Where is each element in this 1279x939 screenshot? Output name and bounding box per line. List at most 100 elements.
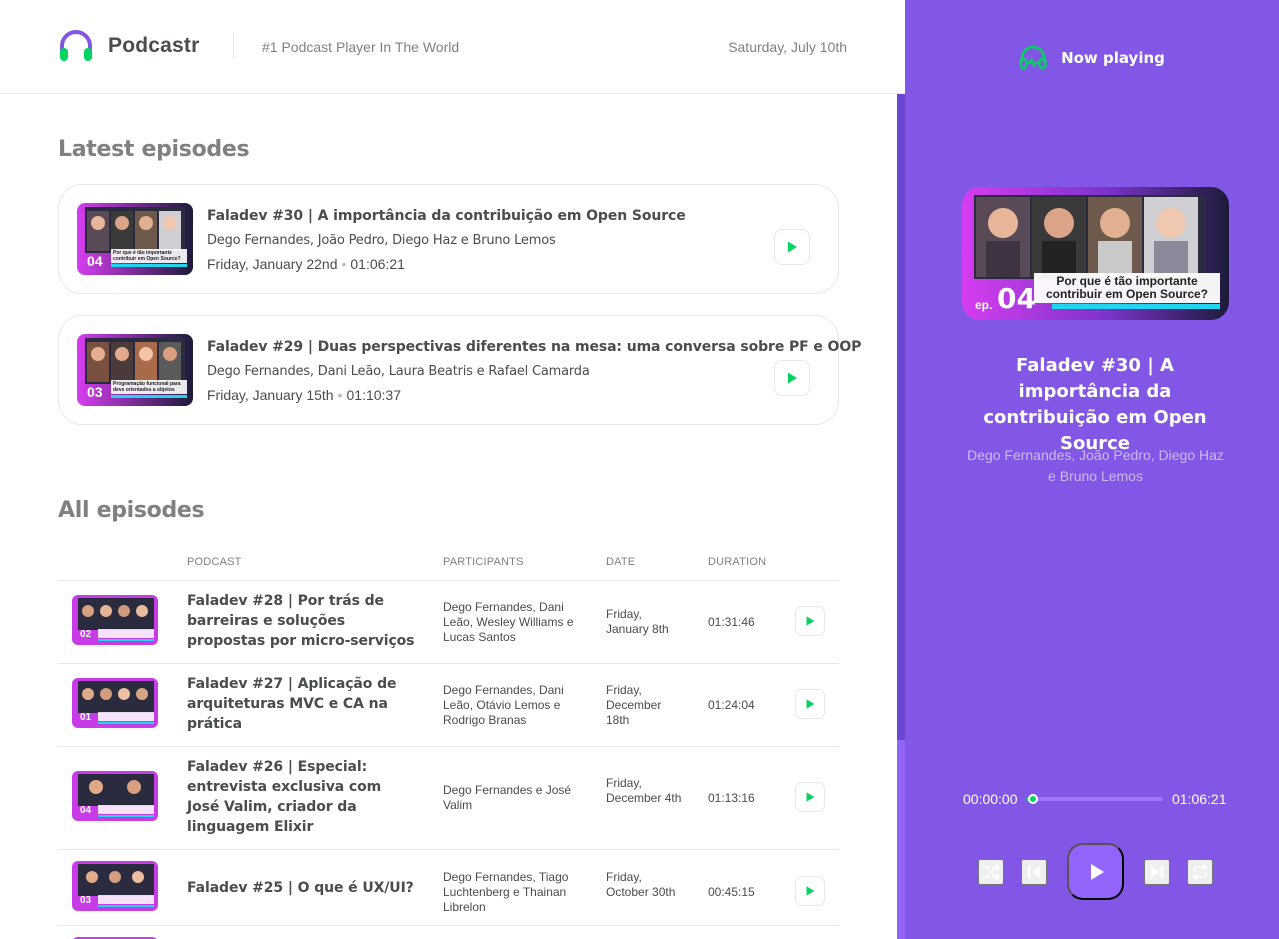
header-divider [233, 33, 234, 58]
cover-episode-prefix: ep. [975, 298, 993, 312]
table-row[interactable]: 01 Faladev #27 | Aplicação de arquitetur… [58, 664, 839, 747]
column-header-duration: Duration [708, 556, 767, 568]
play-icon [788, 241, 797, 253]
skip-next-icon [1151, 866, 1163, 878]
play-episode-button[interactable] [795, 876, 825, 906]
episode-title-link[interactable]: Faladev #26 | Especial: entrevista exclu… [187, 757, 417, 837]
thumbnail-number: 04 [80, 805, 92, 816]
episode-thumbnail[interactable]: 04 Por que é tão importante contribuir e… [77, 203, 193, 275]
episode-members: Dego Fernandes, Dani Leão, Wesley Willia… [443, 600, 574, 644]
next-button[interactable] [1144, 859, 1170, 885]
thumbnail-number: 01 [80, 712, 92, 723]
logo[interactable]: Podcastr [58, 28, 199, 64]
episode-date: Friday, October 30th [606, 870, 676, 899]
play-icon [1090, 863, 1104, 880]
episode-thumbnail[interactable]: 01 [72, 678, 158, 728]
episode-members: Dego Fernandes, João Pedro, Diego Haz e … [207, 233, 556, 248]
table-row[interactable]: 03 Faladev #25 | O que é UX/UI? Dego Fer… [58, 850, 839, 926]
shuffle-button[interactable] [978, 859, 1004, 885]
play-icon [806, 699, 815, 709]
player-controls [905, 843, 1279, 900]
episode-duration: 00:45:15 [708, 885, 755, 899]
episode-date: Friday, January 15th [207, 387, 334, 403]
play-episode-button[interactable] [795, 689, 825, 719]
episode-members: Dego Fernandes, Dani Leão, Otávio Lemos … [443, 683, 564, 727]
app-name: Podcastr [108, 34, 200, 57]
episode-date: Friday, December 4th [606, 776, 682, 805]
episode-title-link[interactable]: Faladev #25 | O que é UX/UI? [187, 878, 417, 898]
play-button[interactable] [1067, 843, 1124, 900]
play-icon [806, 616, 815, 626]
episode-members: Dego Fernandes, Tiago Luchtenberg e Thai… [443, 870, 569, 914]
play-episode-button[interactable] [774, 229, 810, 265]
episode-thumbnail[interactable]: 04 [72, 771, 158, 821]
table-row[interactable]: 04 Faladev #26 | Especial: entrevista ex… [58, 747, 839, 850]
episode-members: Dego Fernandes e José Valim [443, 783, 572, 812]
cover-caption: Por que é tão importante contribuir em O… [1045, 274, 1209, 301]
column-header-participants: Participants [443, 556, 524, 568]
headphones-icon [60, 30, 92, 61]
table-header: Podcast Participants Date Duration [58, 545, 839, 581]
separator-dot: • [341, 256, 347, 272]
episode-meta: Friday, January 15th • 01:10:37 [207, 387, 401, 403]
episode-duration: 01:13:16 [708, 791, 755, 805]
thumbnail-number: 03 [80, 895, 92, 906]
scrollbar-thumb[interactable] [897, 94, 905, 740]
progress-slider[interactable] [1026, 794, 1163, 804]
header: Podcastr #1 Podcast Player In The World … [0, 0, 905, 94]
episode-title-link[interactable]: Faladev #29 | Duas perspectivas diferent… [207, 339, 861, 355]
thumbnail-number: 04 [87, 253, 103, 269]
episode-members: Dego Fernandes, Dani Leão, Laura Beatris… [207, 364, 590, 379]
episode-duration: 01:24:04 [708, 698, 755, 712]
table-row[interactable]: 02 Faladev #28 | Por trás de barreiras e… [58, 581, 839, 664]
repeat-button[interactable] [1187, 859, 1213, 885]
thumbnail-number: 03 [87, 384, 103, 400]
play-icon [806, 792, 815, 802]
repeat-icon [1193, 863, 1207, 881]
episode-thumbnail[interactable]: 03 Programação funcional para devs orien… [77, 334, 193, 406]
skip-previous-icon [1028, 866, 1040, 878]
episode-thumbnail[interactable]: 02 [72, 595, 158, 645]
progress-handle[interactable] [1027, 794, 1038, 804]
thumbnail-caption: Programação funcional para devs orientad… [113, 381, 181, 393]
episode-thumbnail[interactable]: 03 [72, 861, 158, 911]
episode-cover: ep. 04 Por que é tão importante contribu… [962, 187, 1229, 320]
latest-episode-card[interactable]: 04 Por que é tão importante contribuir e… [58, 184, 839, 294]
play-episode-button[interactable] [795, 606, 825, 636]
episode-title-link[interactable]: Faladev #30 | A importância da contribui… [207, 208, 686, 224]
current-time: 00:00:00 [963, 791, 1018, 807]
play-episode-button[interactable] [774, 360, 810, 396]
tagline: #1 Podcast Player In The World [262, 39, 460, 55]
play-icon [806, 886, 815, 896]
player-episode-members: Dego Fernandes, João Pedro, Diego Haz e … [967, 447, 1224, 484]
player-episode-title: Faladev #30 | A importância da contribui… [983, 355, 1207, 454]
headphones-icon [1019, 45, 1047, 70]
episode-duration: 01:31:46 [708, 615, 755, 629]
total-time: 01:06:21 [1172, 791, 1227, 807]
play-icon [788, 372, 797, 384]
episode-date: Friday, January 8th [606, 607, 669, 636]
previous-button[interactable] [1021, 859, 1047, 885]
now-playing-header: Now playing [905, 44, 1279, 72]
episode-title-link[interactable]: Faladev #28 | Por trás de barreiras e so… [187, 591, 417, 651]
latest-episodes-title: Latest episodes [58, 137, 250, 162]
cover-episode-number: 04 [997, 282, 1036, 315]
separator-dot: • [337, 387, 343, 403]
thumbnail-number: 02 [80, 629, 92, 640]
episode-title-link[interactable]: Faladev #27 | Aplicação de arquiteturas … [187, 674, 417, 734]
player-panel: Now playing ep. 04 Por que é tão importa… [905, 0, 1279, 939]
column-header-date: Date [606, 556, 636, 568]
shuffle-icon [982, 863, 1000, 881]
episode-meta: Friday, January 22nd • 01:06:21 [207, 256, 405, 272]
latest-episode-card[interactable]: 03 Programação funcional para devs orien… [58, 315, 861, 425]
episode-duration: 01:06:21 [350, 256, 405, 272]
episode-date: Friday, December 18th [606, 683, 662, 727]
main-content: Podcastr #1 Podcast Player In The World … [0, 0, 905, 939]
play-episode-button[interactable] [795, 782, 825, 812]
episode-duration: 01:10:37 [346, 387, 402, 403]
now-playing-label: Now playing [1061, 49, 1165, 67]
current-date: Saturday, July 10th [728, 39, 847, 55]
thumbnail-caption: Por que é tão importante contribuir em O… [113, 250, 181, 262]
column-header-podcast: Podcast [187, 556, 242, 568]
episode-date: Friday, January 22nd [207, 256, 338, 272]
